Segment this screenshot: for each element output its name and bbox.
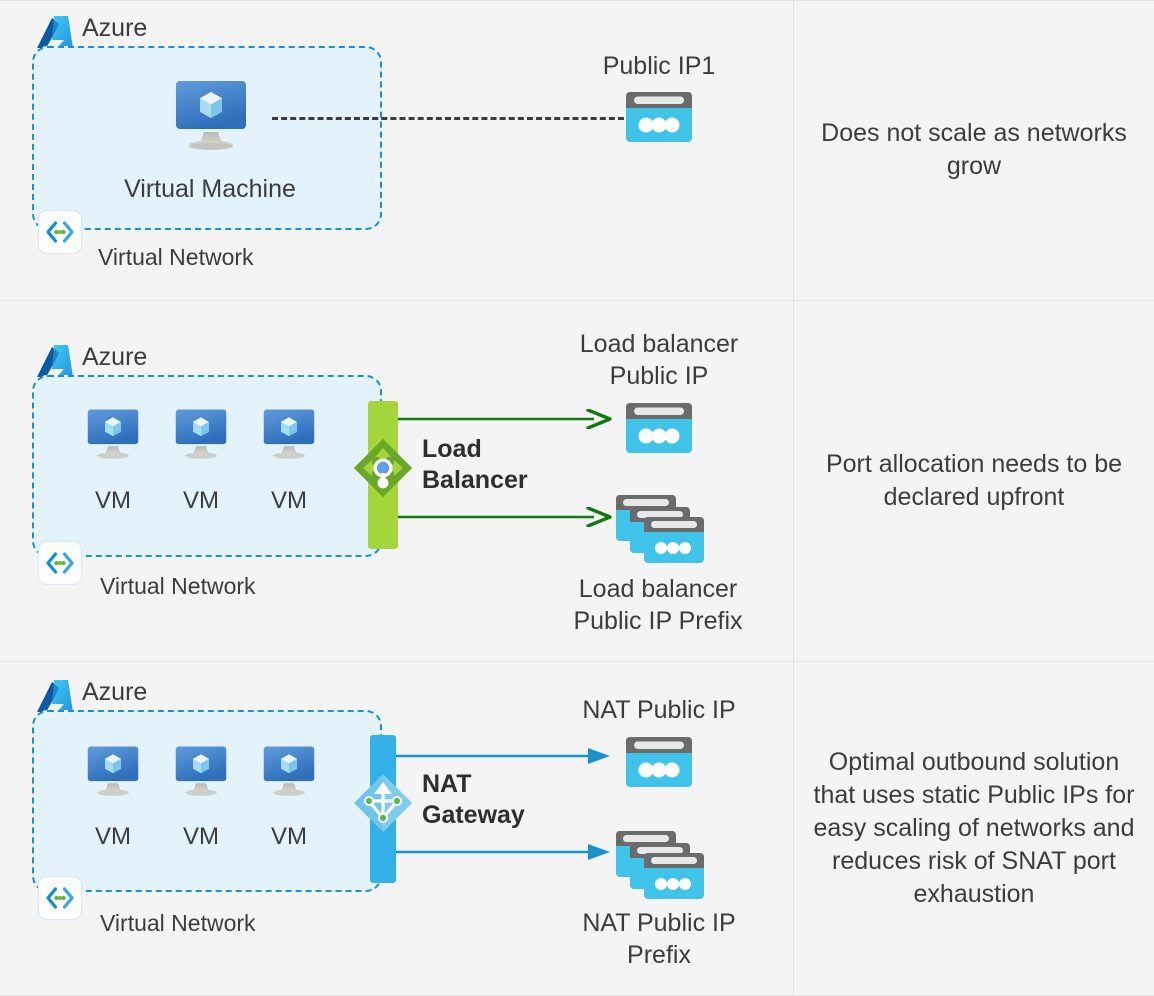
virtual-machine-icon: [258, 407, 320, 466]
nat-public-ip-label: NAT Public IP: [582, 696, 736, 724]
connector-nat-to-public-ip: [396, 746, 614, 771]
public-ip-icon: [624, 90, 694, 149]
nat-gateway-icon: [352, 772, 414, 839]
virtual-machine-icon: [258, 744, 320, 803]
row3-note: Optimal outbound solution that uses stat…: [813, 748, 1135, 908]
vnet-caption-row1: Virtual Network: [98, 244, 254, 270]
vm-label: VM: [95, 487, 131, 514]
public-ip-icon: [624, 401, 694, 460]
public-ip-prefix-icon: [614, 493, 710, 570]
row1-left-pane: Azure Virtual Network Virtual Machine Pu…: [0, 0, 793, 300]
public-ip-label-row1: Public IP1: [602, 52, 716, 80]
vm-label: VM: [271, 487, 307, 514]
virtual-network-icon: [38, 876, 82, 920]
vnet-box-row2: [32, 375, 382, 557]
virtual-machine-icon: [170, 744, 232, 803]
connector-nat-to-public-ip-prefix: [396, 842, 614, 867]
public-ip-prefix-icon: [614, 829, 710, 906]
connector-vm-to-public-ip: [272, 117, 624, 120]
load-balancer-label: Load Balancer: [422, 435, 528, 495]
virtual-machine-icon: [82, 407, 144, 466]
azure-label-row1: Azure: [82, 14, 148, 42]
row-nat-gateway: Azure Virtual Network VM VM VM NAT Gatew…: [0, 662, 1154, 995]
lb-public-ip-prefix-label: Load balancer Public IP Prefix: [573, 575, 743, 635]
row-virtual-machine: Azure Virtual Network Virtual Machine Pu…: [0, 0, 1154, 300]
azure-outbound-connectivity-diagram: Azure Virtual Network Virtual Machine Pu…: [0, 0, 1154, 996]
virtual-network-icon: [38, 541, 82, 585]
public-ip-icon: [624, 735, 694, 794]
row3-left-pane: Azure Virtual Network VM VM VM NAT Gatew…: [0, 662, 793, 995]
row1-note: Does not scale as networks grow: [821, 119, 1127, 180]
virtual-machine-icon: [82, 744, 144, 803]
nat-public-ip-prefix-label: NAT Public IP Prefix: [582, 909, 736, 969]
vm-label: VM: [183, 487, 219, 514]
lb-public-ip-label: Load balancer Public IP: [579, 330, 739, 390]
azure-label-row2: Azure: [82, 343, 148, 371]
virtual-network-icon: [38, 210, 82, 254]
row2-note: Port allocation needs to be declared upf…: [825, 450, 1123, 511]
vm-label: VM: [271, 823, 307, 850]
virtual-machine-icon: [170, 407, 232, 466]
connector-lb-to-public-ip: [398, 408, 613, 434]
virtual-machine-label: Virtual Machine: [124, 175, 296, 203]
row2-left-pane: Azure Virtual Network VM VM VM Load Bala…: [0, 301, 793, 661]
virtual-machine-icon: [168, 78, 254, 157]
vm-label: VM: [95, 823, 131, 850]
vm-label: VM: [183, 823, 219, 850]
row2-right-pane: Port allocation needs to be declared upf…: [794, 301, 1154, 661]
nat-gateway-label: NAT Gateway: [422, 770, 525, 830]
vnet-caption-row3: Virtual Network: [100, 910, 256, 936]
azure-label-row3: Azure: [82, 678, 148, 706]
row1-right-pane: Does not scale as networks grow: [794, 0, 1154, 300]
row-load-balancer: Azure Virtual Network VM VM VM Load Bala…: [0, 301, 1154, 661]
connector-lb-to-public-ip-prefix: [398, 506, 613, 532]
row3-right-pane: Optimal outbound solution that uses stat…: [794, 662, 1154, 995]
vnet-caption-row2: Virtual Network: [100, 573, 256, 599]
load-balancer-icon: [352, 437, 414, 504]
